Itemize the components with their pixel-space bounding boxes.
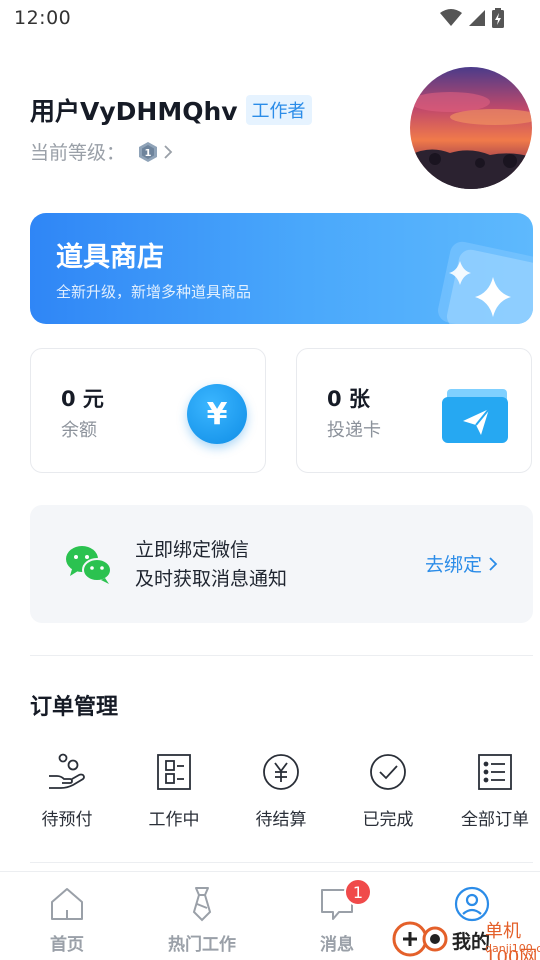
level-badge-icon: 1 [139, 141, 158, 162]
order-shortcuts: 待预付 工作中 待结算 已完成 全部订单 [0, 752, 540, 842]
yuan-coin-icon: ¥ [187, 384, 247, 444]
delivery-card[interactable]: 0 张 投递卡 [296, 348, 532, 473]
level-value: 1 [145, 148, 152, 159]
home-icon [51, 888, 83, 920]
list-doc-icon [478, 754, 512, 790]
status-icons [440, 8, 504, 28]
avatar-sunset-image [410, 67, 532, 189]
balance-label: 余额 [61, 420, 97, 441]
username: 用户VyDHMQhv [30, 97, 238, 126]
order-label: 全部订单 [461, 810, 529, 830]
balance-value: 0 元 [61, 387, 104, 411]
wechat-prompt-line1: 立即绑定微信 [135, 539, 250, 561]
delivery-card-label: 投递卡 [327, 420, 381, 441]
chevron-right-icon [164, 144, 173, 159]
order-label: 工作中 [148, 810, 200, 830]
tab-label: 首页 [50, 935, 84, 955]
level-label: 当前等级： [30, 142, 126, 164]
order-pending-prepay[interactable]: 待预付 [17, 752, 117, 830]
yuan-circle-icon [263, 754, 299, 790]
wifi-icon [440, 9, 462, 26]
role-badge: 工作者 [245, 95, 312, 125]
check-circle-icon [370, 754, 406, 790]
tab-messages[interactable]: 1 消息 [292, 878, 382, 955]
order-label: 待结算 [255, 810, 307, 830]
profile-header: 用户VyDHMQhv 工作者 当前等级： 1 [30, 92, 312, 165]
delivery-card-value: 0 张 [327, 387, 370, 411]
order-completed[interactable]: 已完成 [338, 752, 438, 830]
divider [30, 862, 533, 863]
wechat-bind-card[interactable]: 立即绑定微信 及时获取消息通知 去绑定 [30, 505, 533, 623]
avatar[interactable] [410, 67, 532, 189]
shop-subtitle: 全新升级，新增多种道具商品 [56, 283, 252, 301]
order-label: 待预付 [41, 810, 93, 830]
tab-home[interactable]: 首页 [22, 886, 112, 955]
unread-badge: 1 [344, 878, 372, 906]
balance-card[interactable]: 0 元 余额 ¥ [30, 348, 266, 473]
watermark-logo-icon [392, 921, 448, 957]
bind-link-label: 去绑定 [424, 554, 482, 576]
order-all[interactable]: 全部订单 [445, 752, 540, 830]
sparkle-card-icon [438, 241, 533, 324]
level-row[interactable]: 当前等级： 1 [30, 138, 312, 165]
tab-label: 热门工作 [168, 935, 236, 955]
working-doc-icon [157, 754, 191, 790]
order-label: 已完成 [362, 810, 414, 830]
hand-coins-icon [49, 753, 85, 789]
wechat-icon [66, 546, 112, 584]
paper-plane-card-icon [442, 389, 508, 443]
bind-wechat-link[interactable]: 去绑定 [425, 550, 498, 577]
shop-banner[interactable]: 道具商店 全新升级，新增多种道具商品 [30, 213, 533, 324]
battery-icon [492, 8, 504, 28]
status-time: 12:00 [14, 7, 72, 29]
tab-label: 消息 [320, 935, 354, 955]
status-bar: 12:00 [0, 0, 540, 38]
divider [30, 655, 533, 656]
watermark: 我的 单机100网 danji100.com [390, 915, 540, 960]
order-management-title: 订单管理 [30, 695, 119, 720]
signal-icon [469, 10, 485, 26]
tab-hot-jobs[interactable]: 热门工作 [157, 886, 247, 955]
watermark-url: danji100.com [485, 942, 540, 955]
chevron-right-icon [489, 556, 498, 571]
shop-title: 道具商店 [56, 242, 164, 273]
wechat-prompt-line2: 及时获取消息通知 [135, 568, 288, 590]
tie-icon [192, 887, 212, 922]
order-pending-settlement[interactable]: 待结算 [231, 752, 331, 830]
order-in-progress[interactable]: 工作中 [124, 752, 224, 830]
